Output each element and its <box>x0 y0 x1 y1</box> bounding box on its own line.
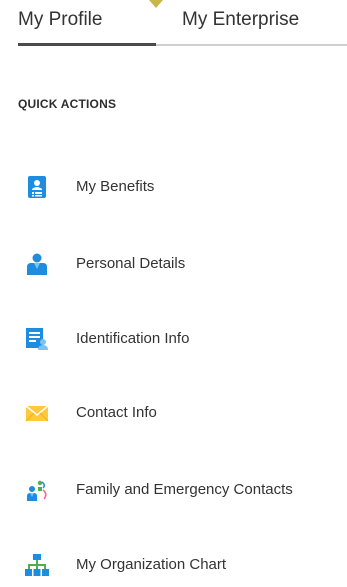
family-icon <box>25 478 49 502</box>
quick-action-label: Personal Details <box>76 255 186 272</box>
org-chart-icon <box>25 553 49 577</box>
tab-divider <box>156 44 347 46</box>
quick-actions-heading: QUICK ACTIONS <box>18 97 117 111</box>
profile-tabs: My Profile My Enterprise <box>0 0 347 54</box>
tab-my-profile[interactable]: My Profile <box>18 9 102 31</box>
id-badge-icon <box>25 175 49 199</box>
quick-action-label: Family and Emergency Contacts <box>76 481 293 498</box>
quick-action-label: Contact Info <box>76 404 157 421</box>
quick-action-my-benefits[interactable]: My Benefits <box>0 165 347 209</box>
quick-action-label: Identification Info <box>76 330 190 347</box>
quick-action-family-emergency-contacts[interactable]: Family and Emergency Contacts <box>0 468 347 512</box>
tab-pointer-marker <box>149 0 163 8</box>
selected-tab-indicator <box>18 43 156 46</box>
person-icon <box>25 252 49 276</box>
document-id-icon <box>25 327 49 351</box>
quick-action-contact-info[interactable]: Contact Info <box>0 391 347 435</box>
tab-my-enterprise[interactable]: My Enterprise <box>182 9 299 31</box>
envelope-icon <box>25 401 49 425</box>
quick-action-label: My Organization Chart <box>76 556 227 573</box>
quick-action-personal-details[interactable]: Personal Details <box>0 242 347 286</box>
quick-action-my-organization-chart[interactable]: My Organization Chart <box>0 543 347 587</box>
quick-action-label: My Benefits <box>76 178 155 195</box>
quick-action-identification-info[interactable]: Identification Info <box>0 317 347 361</box>
